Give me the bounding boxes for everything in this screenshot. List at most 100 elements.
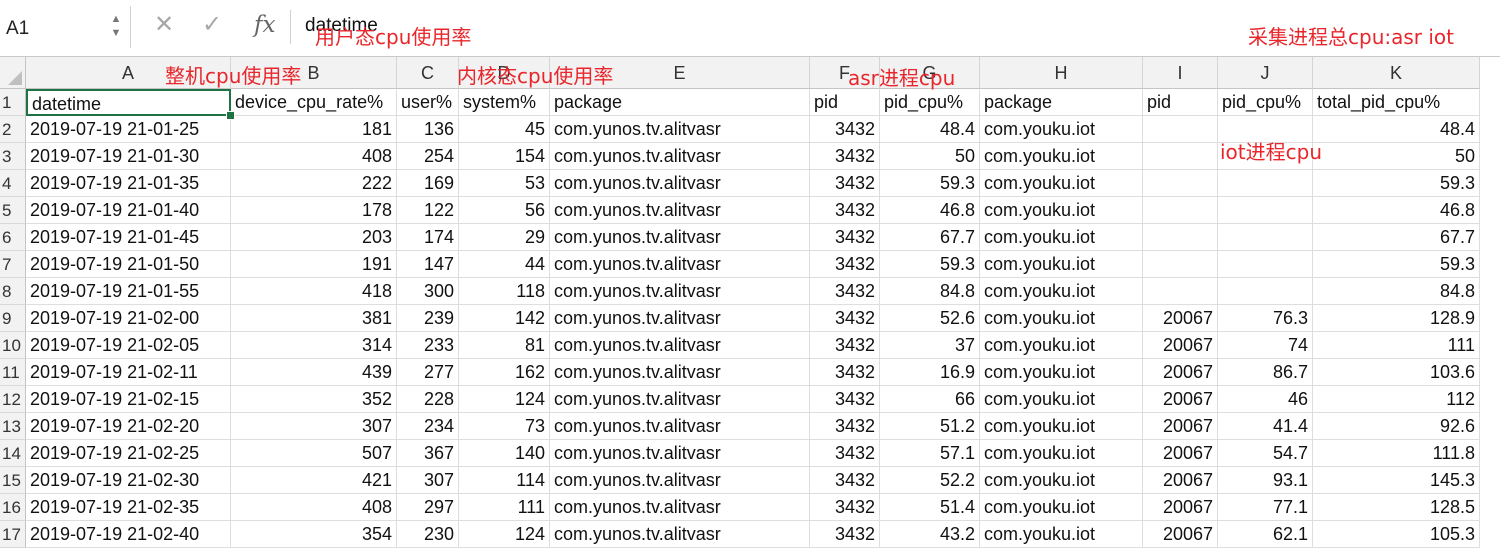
data-cell[interactable]: 254	[397, 143, 459, 170]
row-header[interactable]: 9	[0, 305, 26, 332]
data-cell[interactable]: 29	[459, 224, 550, 251]
data-cell[interactable]: 169	[397, 170, 459, 197]
data-cell[interactable]: com.youku.iot	[980, 494, 1143, 521]
data-cell[interactable]: 16.9	[880, 359, 980, 386]
data-cell[interactable]: 92.6	[1313, 413, 1480, 440]
data-cell[interactable]: 3432	[810, 494, 880, 521]
data-cell[interactable]: 118	[459, 278, 550, 305]
data-cell[interactable]: 20067	[1143, 440, 1218, 467]
row-header[interactable]: 5	[0, 197, 26, 224]
data-cell[interactable]: 2019-07-19 21-02-20	[26, 413, 231, 440]
data-cell[interactable]	[1143, 143, 1218, 170]
data-cell[interactable]: 307	[231, 413, 397, 440]
data-cell[interactable]: com.yunos.tv.alitvasr	[550, 251, 810, 278]
data-cell[interactable]: 48.4	[880, 116, 980, 143]
data-cell[interactable]: 140	[459, 440, 550, 467]
data-cell[interactable]: 37	[880, 332, 980, 359]
data-cell[interactable]: 3432	[810, 332, 880, 359]
data-cell[interactable]: com.youku.iot	[980, 386, 1143, 413]
data-cell[interactable]: 20067	[1143, 521, 1218, 548]
data-cell[interactable]: 2019-07-19 21-01-25	[26, 116, 231, 143]
data-cell[interactable]: com.youku.iot	[980, 413, 1143, 440]
data-cell[interactable]: 20067	[1143, 359, 1218, 386]
data-cell[interactable]: com.yunos.tv.alitvasr	[550, 521, 810, 548]
confirm-icon[interactable]: ✓	[202, 10, 222, 39]
data-cell[interactable]: 230	[397, 521, 459, 548]
data-cell[interactable]: 56	[459, 197, 550, 224]
select-all-corner[interactable]	[0, 57, 26, 89]
data-cell[interactable]: 3432	[810, 305, 880, 332]
data-cell[interactable]: com.yunos.tv.alitvasr	[550, 359, 810, 386]
data-cell[interactable]: 421	[231, 467, 397, 494]
data-cell[interactable]: 67.7	[1313, 224, 1480, 251]
data-cell[interactable]: 154	[459, 143, 550, 170]
data-cell[interactable]: 2019-07-19 21-01-30	[26, 143, 231, 170]
data-cell[interactable]: com.yunos.tv.alitvasr	[550, 467, 810, 494]
data-cell[interactable]: com.youku.iot	[980, 116, 1143, 143]
data-cell[interactable]: com.yunos.tv.alitvasr	[550, 224, 810, 251]
name-box[interactable]: A1 ▲ ▼	[0, 6, 131, 48]
data-cell[interactable]: 3432	[810, 440, 880, 467]
row-header[interactable]: 10	[0, 332, 26, 359]
row-header[interactable]: 3	[0, 143, 26, 170]
data-cell[interactable]: 3432	[810, 224, 880, 251]
data-cell[interactable]: com.youku.iot	[980, 440, 1143, 467]
data-cell[interactable]: 62.1	[1218, 521, 1313, 548]
row-header[interactable]: 14	[0, 440, 26, 467]
data-cell[interactable]: com.youku.iot	[980, 170, 1143, 197]
data-cell[interactable]: 228	[397, 386, 459, 413]
data-cell[interactable]: 234	[397, 413, 459, 440]
data-cell[interactable]: 57.1	[880, 440, 980, 467]
row-header[interactable]: 16	[0, 494, 26, 521]
data-cell[interactable]: com.youku.iot	[980, 251, 1143, 278]
data-cell[interactable]: 77.1	[1218, 494, 1313, 521]
data-cell[interactable]: 3432	[810, 278, 880, 305]
data-cell[interactable]: 59.3	[880, 251, 980, 278]
data-cell[interactable]: 20067	[1143, 413, 1218, 440]
data-cell[interactable]: 145.3	[1313, 467, 1480, 494]
header-cell[interactable]: user%	[397, 89, 459, 116]
data-cell[interactable]: 52.6	[880, 305, 980, 332]
header-cell[interactable]: system%	[459, 89, 550, 116]
data-cell[interactable]: 111.8	[1313, 440, 1480, 467]
data-cell[interactable]: 41.4	[1218, 413, 1313, 440]
data-cell[interactable]: 191	[231, 251, 397, 278]
name-box-stepper-icon[interactable]: ▲ ▼	[108, 12, 124, 42]
column-header-c[interactable]: C	[397, 57, 459, 89]
data-cell[interactable]: 20067	[1143, 386, 1218, 413]
data-cell[interactable]: 147	[397, 251, 459, 278]
function-icon[interactable]: fx	[254, 12, 275, 38]
data-cell[interactable]: 105.3	[1313, 521, 1480, 548]
data-cell[interactable]	[1143, 170, 1218, 197]
data-cell[interactable]: 2019-07-19 21-02-05	[26, 332, 231, 359]
data-cell[interactable]: 51.4	[880, 494, 980, 521]
data-cell[interactable]	[1143, 251, 1218, 278]
data-cell[interactable]: com.yunos.tv.alitvasr	[550, 305, 810, 332]
selected-cell[interactable]: datetime	[26, 89, 231, 116]
data-cell[interactable]: 52.2	[880, 467, 980, 494]
data-cell[interactable]: 222	[231, 170, 397, 197]
data-cell[interactable]: com.yunos.tv.alitvasr	[550, 494, 810, 521]
data-cell[interactable]: 2019-07-19 21-01-35	[26, 170, 231, 197]
data-cell[interactable]: 44	[459, 251, 550, 278]
data-cell[interactable]: 307	[397, 467, 459, 494]
data-cell[interactable]: 507	[231, 440, 397, 467]
data-cell[interactable]: com.yunos.tv.alitvasr	[550, 332, 810, 359]
data-cell[interactable]: 178	[231, 197, 397, 224]
data-cell[interactable]: 277	[397, 359, 459, 386]
row-header[interactable]: 12	[0, 386, 26, 413]
data-cell[interactable]: 314	[231, 332, 397, 359]
data-cell[interactable]: 111	[1313, 332, 1480, 359]
data-cell[interactable]: 20067	[1143, 305, 1218, 332]
data-cell[interactable]: com.youku.iot	[980, 143, 1143, 170]
data-cell[interactable]: 439	[231, 359, 397, 386]
data-cell[interactable]: 20067	[1143, 494, 1218, 521]
data-cell[interactable]: 2019-07-19 21-02-30	[26, 467, 231, 494]
row-header[interactable]: 7	[0, 251, 26, 278]
column-header-h[interactable]: H	[980, 57, 1143, 89]
data-cell[interactable]: com.youku.iot	[980, 197, 1143, 224]
data-cell[interactable]: 136	[397, 116, 459, 143]
data-cell[interactable]: com.youku.iot	[980, 332, 1143, 359]
header-cell[interactable]: pid	[1143, 89, 1218, 116]
data-cell[interactable]: com.yunos.tv.alitvasr	[550, 197, 810, 224]
